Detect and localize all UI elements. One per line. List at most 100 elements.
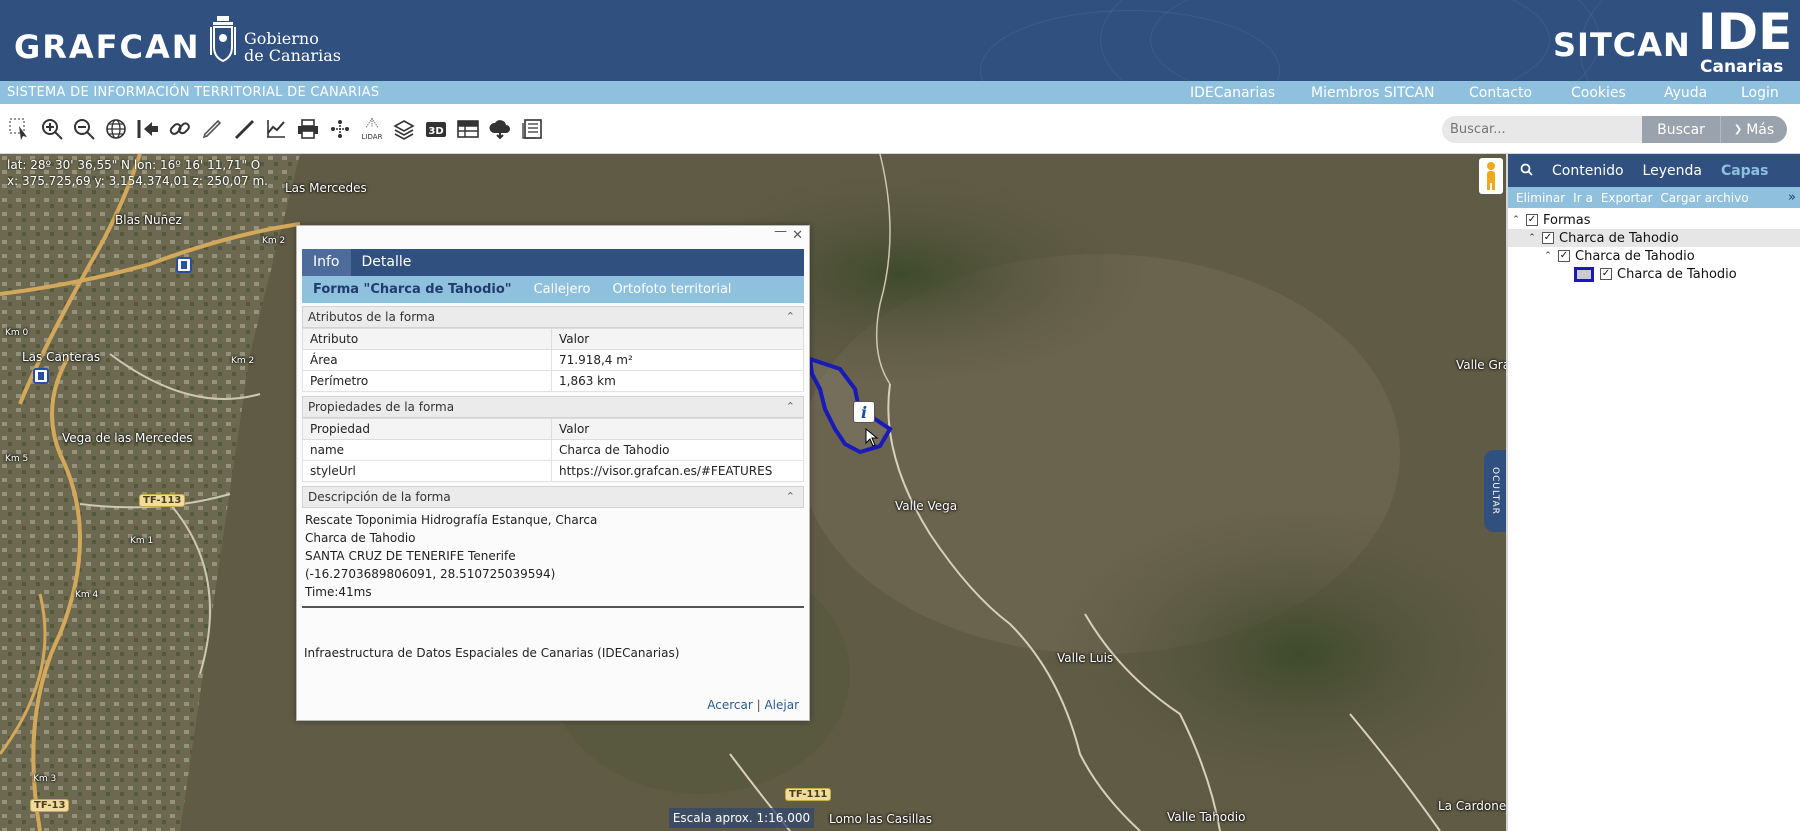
layer-actions-bar: Eliminar Ir a Exportar Cargar archivo » — [1508, 187, 1800, 208]
tree-item-formas[interactable]: ⌃ ✓ Formas — [1508, 211, 1800, 229]
tree-item-charca-subgroup[interactable]: ⌃ ✓ Charca de Tahodio — [1508, 247, 1800, 265]
polygon-style-swatch[interactable] — [1574, 266, 1594, 282]
nav-link-ayuda[interactable]: Ayuda — [1664, 85, 1707, 101]
collapse-icon[interactable]: ⌃ — [1542, 251, 1554, 261]
place-name: Valle Luis — [1057, 651, 1114, 665]
lidar-icon[interactable]: LIDAR — [359, 116, 385, 142]
select-icon[interactable] — [7, 116, 33, 142]
panel-tabs: Contenido Leyenda Capas — [1508, 154, 1800, 187]
layer-checkbox[interactable]: ✓ — [1526, 214, 1538, 226]
popup-content: Atributos de la forma ⌃ Atributo Valor Áre… — [302, 306, 804, 608]
print-icon[interactable] — [295, 116, 321, 142]
report-icon[interactable] — [519, 116, 545, 142]
collapse-icon[interactable]: ⌃ — [1526, 233, 1538, 243]
action-eliminar[interactable]: Eliminar — [1516, 191, 1565, 205]
tab-capas[interactable]: Capas — [1721, 163, 1769, 179]
nav-link-contacto[interactable]: Contacto — [1469, 85, 1532, 101]
properties-table: Propiedad Valor name Charca de Tahodio sty… — [302, 418, 804, 482]
layers-icon[interactable] — [391, 116, 417, 142]
more-options-button[interactable]: ❯ Más — [1720, 116, 1787, 143]
action-ir-a[interactable]: Ir a — [1573, 191, 1593, 205]
nav-link-login[interactable]: Login — [1741, 85, 1779, 101]
tree-item-charca-group[interactable]: ⌃ ✓ Charca de Tahodio — [1508, 229, 1800, 247]
place-name: Vega de las Mercedes — [62, 431, 193, 445]
layers-panel: Contenido Leyenda Capas Eliminar Ir a Ex… — [1506, 154, 1800, 831]
tree-item-charca-feature[interactable]: ✓ Charca de Tahodio — [1508, 265, 1800, 283]
tree-item-label: Charca de Tahodio — [1617, 266, 1737, 282]
layer-checkbox[interactable]: ✓ — [1600, 268, 1612, 280]
coordinates-latlon: lat: 28º 30' 36,55" N lon: 16º 16' 11,71… — [7, 158, 261, 172]
layer-checkbox[interactable]: ✓ — [1558, 250, 1570, 262]
poi-marker-icon[interactable] — [33, 368, 49, 384]
subtab-ortofoto[interactable]: Ortofoto territorial — [601, 276, 742, 303]
description-line: Charca de Tahodio — [305, 531, 416, 545]
properties-section-header[interactable]: Propiedades de la forma ⌃ — [302, 396, 804, 418]
ide-logo[interactable]: IDE — [1698, 6, 1792, 58]
system-title: SISTEMA DE INFORMACIÓN TERRITORIAL DE CA… — [7, 85, 380, 100]
tab-detalle[interactable]: Detalle — [351, 249, 423, 276]
gobierno-canarias-logo[interactable]: Gobierno de Canarias — [206, 12, 346, 66]
zoom-out-icon[interactable] — [71, 116, 97, 142]
nav-link-miembros-sitcan[interactable]: Miembros SITCAN — [1311, 85, 1434, 101]
mouse-cursor-icon — [865, 428, 879, 447]
tab-info[interactable]: Info — [302, 249, 351, 276]
lidar-label: LIDAR — [361, 133, 383, 141]
ide-canarias-label: Canarias — [1700, 57, 1784, 77]
table-row: Perímetro 1,863 km — [302, 370, 804, 392]
info-marker-icon[interactable]: i — [853, 401, 875, 423]
chevron-down-icon: ❯ — [1733, 124, 1743, 135]
globe-icon[interactable] — [103, 116, 129, 142]
zoom-out-link[interactable]: Alejar — [764, 698, 799, 712]
search-group: Buscar ❯Más — [1442, 116, 1787, 143]
sitcan-logo[interactable]: SITCAN — [1553, 26, 1691, 64]
action-exportar[interactable]: Exportar — [1601, 191, 1653, 205]
popup-zoom-buttons: Acercar | Alejar — [707, 698, 799, 712]
expand-panel-icon[interactable]: » — [1788, 190, 1796, 205]
collapse-icon[interactable]: ⌃ — [1510, 215, 1522, 225]
place-name: Valle Gran — [1456, 358, 1506, 372]
zoom-in-icon[interactable] — [39, 116, 65, 142]
nav-link-cookies[interactable]: Cookies — [1571, 85, 1626, 101]
profile-chart-icon[interactable] — [263, 116, 289, 142]
attribution-text: Infraestructura de Datos Espaciales de C… — [304, 646, 680, 660]
nav-link-idecanarias[interactable]: IDECanarias — [1190, 85, 1275, 101]
place-name: Las Canteras — [22, 350, 101, 364]
poi-marker-icon[interactable] — [176, 257, 192, 273]
tab-contenido[interactable]: Contenido — [1552, 163, 1624, 179]
subtab-forma[interactable]: Forma "Charca de Tahodio" — [302, 276, 523, 303]
km-marker: Km 2 — [262, 236, 286, 246]
ruler-icon[interactable] — [231, 116, 257, 142]
home-extent-icon[interactable] — [135, 116, 161, 142]
search-icon[interactable] — [1520, 161, 1533, 180]
description-line: Time:41ms — [305, 585, 372, 599]
more-label: Más — [1746, 121, 1775, 138]
subtab-callejero[interactable]: Callejero — [523, 276, 602, 303]
place-name: Blas Nuñez — [115, 213, 182, 227]
search-button[interactable]: Buscar — [1642, 116, 1720, 143]
network-icon[interactable] — [327, 116, 353, 142]
description-section-header[interactable]: Descripción de la forma ⌃ — [302, 486, 804, 508]
chevron-up-icon: ⌃ — [785, 400, 795, 413]
tab-leyenda[interactable]: Leyenda — [1643, 163, 1702, 179]
close-icon[interactable]: ✕ — [792, 228, 803, 243]
km-marker: Km 4 — [75, 590, 99, 600]
description-text: Rescate Toponimia Hidrografía Estanque, … — [302, 508, 804, 608]
3d-icon[interactable]: 3D — [423, 116, 449, 142]
attributes-section-header[interactable]: Atributos de la forma ⌃ — [302, 306, 804, 328]
place-name: Valle Vega — [895, 499, 958, 513]
minimize-icon[interactable]: — — [774, 224, 787, 239]
pencil-icon[interactable] — [199, 116, 225, 142]
attributes-title: Atributos de la forma — [308, 310, 435, 324]
cloud-download-icon[interactable] — [487, 116, 513, 142]
table-cell: name — [302, 439, 552, 461]
action-cargar-archivo[interactable]: Cargar archivo — [1660, 191, 1748, 205]
table-icon[interactable] — [455, 116, 481, 142]
hide-panel-tab[interactable]: OCULTAR — [1484, 450, 1506, 532]
street-view-pegman-icon[interactable] — [1479, 158, 1503, 194]
grafcan-logo[interactable]: GRAFCAN — [14, 28, 201, 66]
zoom-in-link[interactable]: Acercar — [707, 698, 753, 712]
search-input[interactable] — [1442, 116, 1642, 143]
table-cell: https://visor.grafcan.es/#FEATURES — [551, 460, 804, 482]
link-icon[interactable] — [167, 116, 193, 142]
layer-checkbox[interactable]: ✓ — [1542, 232, 1554, 244]
